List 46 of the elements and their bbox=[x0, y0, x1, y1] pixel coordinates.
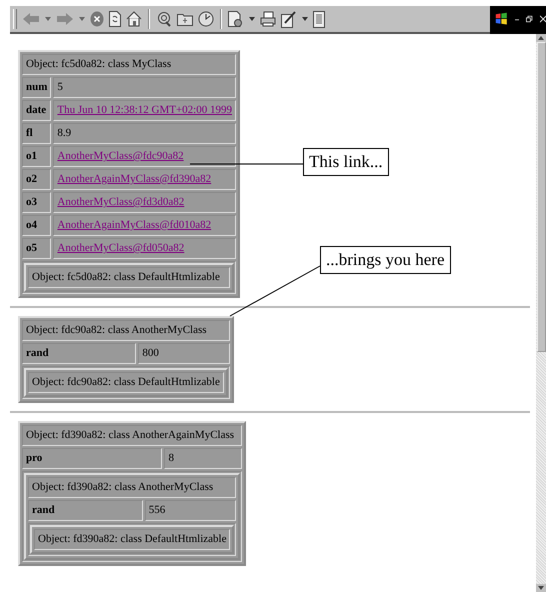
field-value: 800 bbox=[138, 343, 230, 364]
field-name: num bbox=[22, 77, 52, 98]
clock-icon[interactable] bbox=[198, 11, 214, 27]
folder-icon[interactable] bbox=[177, 12, 193, 26]
caret-icon[interactable] bbox=[79, 17, 85, 21]
scroll-down-icon[interactable] bbox=[536, 584, 546, 592]
callout-label: ...brings you here bbox=[320, 246, 451, 274]
scroll-up-icon[interactable] bbox=[536, 34, 546, 42]
printer-icon[interactable] bbox=[260, 11, 276, 27]
object-header: Object: fc5d0a82: class DefaultHtmlizable bbox=[28, 267, 230, 288]
field-name: fl bbox=[22, 123, 52, 144]
object-header: Object: fd390a82: class AnotherMyClass bbox=[28, 477, 236, 498]
caret-icon[interactable] bbox=[249, 17, 255, 21]
object-header: Object: fdc90a82: class DefaultHtmlizable bbox=[28, 372, 224, 393]
field-name: rand bbox=[28, 500, 143, 521]
field-value: 8 bbox=[164, 448, 242, 469]
caret-icon[interactable] bbox=[302, 17, 308, 21]
field-name: date bbox=[22, 100, 52, 121]
object-header: Object: fc5d0a82: class MyClass bbox=[22, 54, 236, 75]
object-header: Object: fdc90a82: class AnotherMyClass bbox=[22, 320, 230, 341]
field-name: pro bbox=[22, 448, 162, 469]
object-header: Object: fd390a82: class AnotherAgainMyClass bbox=[22, 425, 242, 446]
restore-icon[interactable] bbox=[526, 15, 533, 23]
scroll-thumb[interactable] bbox=[536, 42, 546, 352]
object-header: Object: fd390a82: class DefaultHtmlizable bbox=[34, 529, 230, 550]
home-icon[interactable] bbox=[126, 11, 142, 27]
search-icon[interactable] bbox=[156, 11, 172, 27]
field-name: o5 bbox=[22, 238, 52, 259]
close-icon[interactable] bbox=[540, 15, 546, 23]
field-name: o3 bbox=[22, 192, 52, 213]
field-name: rand bbox=[22, 343, 136, 364]
field-value: 5 bbox=[53, 77, 236, 98]
caret-icon[interactable] bbox=[45, 17, 51, 21]
scrollbar[interactable] bbox=[536, 34, 546, 592]
page-icon[interactable] bbox=[313, 10, 325, 28]
field-name: o4 bbox=[22, 215, 52, 236]
edit-icon[interactable] bbox=[281, 10, 297, 28]
windows-logo-icon bbox=[495, 11, 508, 27]
field-name: o1 bbox=[22, 146, 52, 167]
callout-label: This link... bbox=[303, 148, 389, 176]
field-value: 8.9 bbox=[53, 123, 236, 144]
stop-icon[interactable] bbox=[90, 11, 104, 27]
field-name: o2 bbox=[22, 169, 52, 190]
refresh-icon[interactable] bbox=[109, 11, 121, 27]
document-icon[interactable] bbox=[228, 10, 244, 28]
field-value: 556 bbox=[144, 500, 236, 521]
